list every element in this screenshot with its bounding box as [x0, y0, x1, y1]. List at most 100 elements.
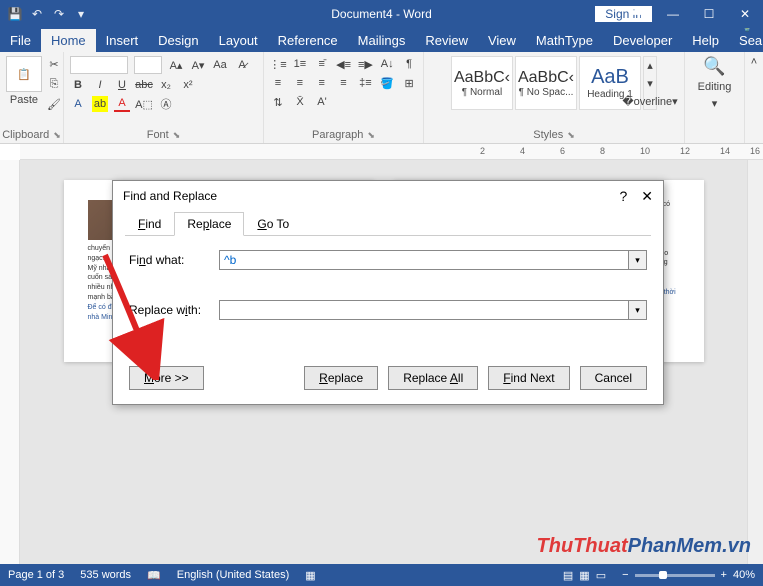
- find-next-button[interactable]: Find Next: [488, 366, 569, 390]
- styles-down-icon[interactable]: ▾: [647, 77, 653, 90]
- tab-references[interactable]: Reference: [268, 29, 348, 52]
- borders-icon[interactable]: ⊞: [401, 75, 417, 91]
- copy-icon[interactable]: ⎘: [46, 76, 62, 92]
- tab-help[interactable]: Help: [682, 29, 729, 52]
- tab-review[interactable]: Review: [415, 29, 478, 52]
- close-button[interactable]: ✕: [727, 0, 763, 28]
- maximize-button[interactable]: ☐: [691, 0, 727, 28]
- editing-dropdown-icon[interactable]: ▾: [712, 97, 718, 110]
- zoom-level[interactable]: 40%: [733, 569, 755, 581]
- view-read-icon[interactable]: ▤: [563, 569, 573, 582]
- editing-label: Editing: [698, 81, 732, 93]
- numbering-icon[interactable]: 1≡: [292, 56, 308, 72]
- more-button[interactable]: More >>: [129, 366, 204, 390]
- paste-button[interactable]: 📋: [6, 56, 42, 92]
- align-center-icon[interactable]: ≡: [292, 75, 308, 91]
- bold-icon[interactable]: B: [70, 77, 86, 93]
- watermark: ThuThuatPhanMem.vn: [537, 535, 751, 558]
- tab-mathtype[interactable]: MathType: [526, 29, 603, 52]
- increase-indent-icon[interactable]: ≡▶: [357, 56, 373, 72]
- line-spacing-icon[interactable]: ‡≡: [357, 75, 373, 91]
- zoom-slider[interactable]: [635, 574, 715, 577]
- font-color-icon[interactable]: A: [114, 96, 130, 112]
- ribbon: 📋 Paste ✂ ⎘ 🖌 Clipboard⬊ A▴ A▾ Aa A̷ B: [0, 52, 763, 144]
- minimize-button[interactable]: —: [655, 0, 691, 28]
- align-left-icon[interactable]: ≡: [270, 75, 286, 91]
- italic-icon[interactable]: I: [92, 77, 108, 93]
- style-no-spacing[interactable]: AaBbC‹ ¶ No Spac...: [515, 56, 577, 110]
- distribute-icon[interactable]: X̄: [292, 94, 308, 110]
- phonetic-icon[interactable]: A': [314, 94, 330, 110]
- tab-home[interactable]: Home: [41, 29, 96, 52]
- clear-format-icon[interactable]: A̷: [234, 57, 250, 73]
- styles-more-icon[interactable]: �overline▾: [622, 95, 677, 108]
- styles-up-icon[interactable]: ▴: [647, 59, 653, 72]
- enclose-icon[interactable]: Ⓐ: [158, 96, 174, 112]
- dialog-tab-goto[interactable]: Go To: [244, 212, 302, 236]
- status-page[interactable]: Page 1 of 3: [8, 569, 64, 581]
- grow-font-icon[interactable]: A▴: [168, 57, 184, 73]
- cut-icon[interactable]: ✂: [46, 56, 62, 72]
- dialog-close-icon[interactable]: ✕: [641, 188, 653, 205]
- shading-icon[interactable]: 🪣: [379, 75, 395, 91]
- qat-dropdown-icon[interactable]: ▾: [74, 7, 88, 21]
- tab-layout[interactable]: Layout: [209, 29, 268, 52]
- font-name-combo[interactable]: [70, 56, 128, 74]
- shrink-font-icon[interactable]: A▾: [190, 57, 206, 73]
- text-effects-icon[interactable]: A: [70, 96, 86, 112]
- dialog-help-icon[interactable]: ?: [619, 188, 627, 205]
- styles-gallery[interactable]: AaBbC‹ ¶ Normal AaBbC‹ ¶ No Spac... AaB …: [451, 56, 657, 110]
- change-case-icon[interactable]: Aa: [212, 57, 228, 73]
- redo-icon[interactable]: ↷: [52, 7, 66, 21]
- bullets-icon[interactable]: ⋮≡: [270, 56, 286, 72]
- autosave-icon[interactable]: 💾: [8, 7, 22, 21]
- tab-view[interactable]: View: [478, 29, 526, 52]
- find-what-input[interactable]: [219, 250, 629, 270]
- asian-layout-icon[interactable]: ⇅: [270, 94, 286, 110]
- horizontal-ruler[interactable]: 2 4 6 8 10 12 14 16: [20, 144, 763, 160]
- status-spellcheck-icon[interactable]: 📖: [147, 569, 161, 582]
- tab-design[interactable]: Design: [148, 29, 208, 52]
- vertical-scrollbar[interactable]: [747, 160, 763, 564]
- decrease-indent-icon[interactable]: ◀≡: [336, 56, 352, 72]
- find-replace-dialog: Find and Replace ? ✕ Find Replace Go To …: [112, 180, 664, 405]
- zoom-in-icon[interactable]: +: [721, 569, 727, 581]
- view-print-icon[interactable]: ▦: [579, 569, 589, 582]
- replace-all-button[interactable]: Replace All: [388, 366, 478, 390]
- tab-developer[interactable]: Developer: [603, 29, 682, 52]
- status-macros-icon[interactable]: ▦: [305, 569, 315, 582]
- view-web-icon[interactable]: ▭: [596, 569, 606, 582]
- tab-insert[interactable]: Insert: [96, 29, 149, 52]
- show-marks-icon[interactable]: ¶: [401, 56, 417, 72]
- subscript-icon[interactable]: x₂: [158, 77, 174, 93]
- format-painter-icon[interactable]: 🖌: [46, 96, 62, 112]
- dialog-tab-find[interactable]: Find: [125, 212, 174, 236]
- vertical-ruler[interactable]: [0, 160, 20, 564]
- status-language[interactable]: English (United States): [177, 569, 290, 581]
- tab-mailings[interactable]: Mailings: [348, 29, 416, 52]
- zoom-out-icon[interactable]: −: [622, 569, 628, 581]
- character-shading-icon[interactable]: A⬚: [136, 96, 152, 112]
- underline-icon[interactable]: U: [114, 77, 130, 93]
- replace-with-dropdown-icon[interactable]: ▾: [629, 300, 647, 320]
- multilevel-icon[interactable]: ≡̄: [314, 56, 330, 72]
- font-size-combo[interactable]: [134, 56, 162, 74]
- dialog-tab-replace[interactable]: Replace: [174, 212, 244, 236]
- replace-with-input[interactable]: [219, 300, 629, 320]
- superscript-icon[interactable]: x²: [180, 77, 196, 93]
- tab-file[interactable]: File: [0, 29, 41, 52]
- find-what-dropdown-icon[interactable]: ▾: [629, 250, 647, 270]
- status-words[interactable]: 535 words: [80, 569, 131, 581]
- replace-button[interactable]: Replace: [304, 366, 378, 390]
- ribbon-options-icon[interactable]: ⬒: [619, 0, 655, 28]
- strike-icon[interactable]: abc: [136, 77, 152, 93]
- collapse-ribbon-icon[interactable]: ˄: [745, 52, 763, 143]
- justify-icon[interactable]: ≡: [336, 75, 352, 91]
- undo-icon[interactable]: ↶: [30, 7, 44, 21]
- find-icon[interactable]: 🔍: [703, 56, 725, 77]
- align-right-icon[interactable]: ≡: [314, 75, 330, 91]
- cancel-button[interactable]: Cancel: [580, 366, 647, 390]
- highlight-icon[interactable]: ab: [92, 96, 108, 112]
- style-normal[interactable]: AaBbC‹ ¶ Normal: [451, 56, 513, 110]
- sort-icon[interactable]: A↓: [379, 56, 395, 72]
